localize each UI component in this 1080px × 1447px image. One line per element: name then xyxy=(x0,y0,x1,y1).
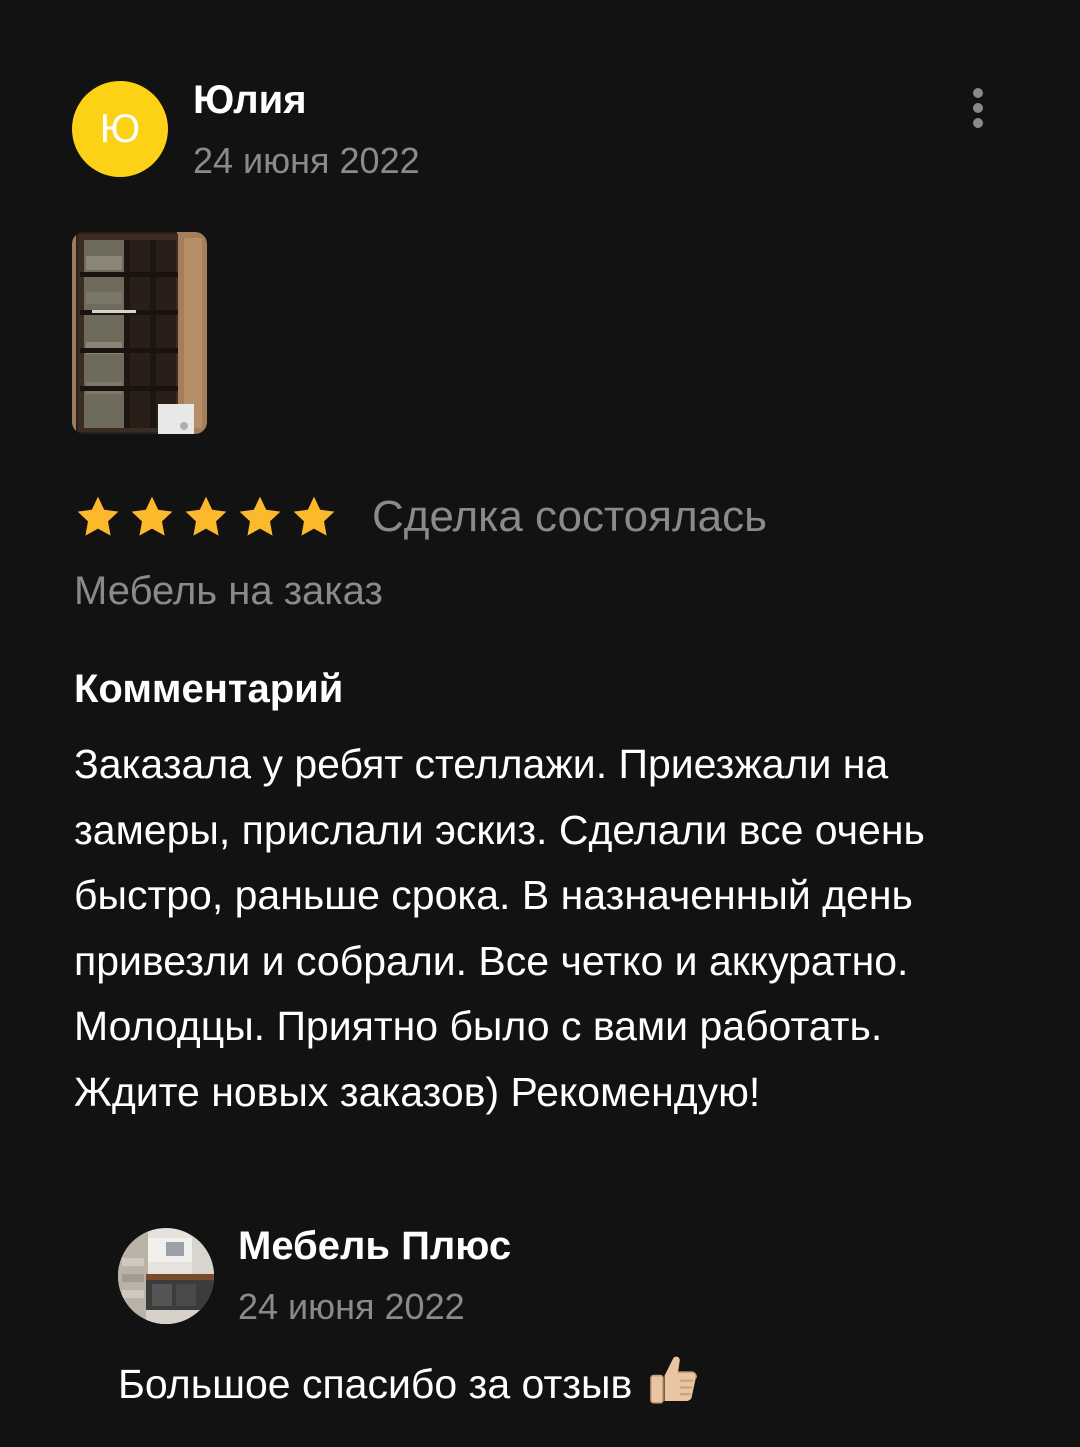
deal-status: Сделка состоялась xyxy=(372,492,768,541)
reply-text: Большое спасибо за отзыв xyxy=(118,1352,700,1408)
more-options-button[interactable] xyxy=(956,84,1000,132)
thumbs-up-icon xyxy=(650,1356,698,1404)
review-photo-thumbnail[interactable] xyxy=(72,232,207,434)
author-avatar-initial: Ю xyxy=(99,106,141,151)
more-vertical-icon xyxy=(973,88,983,98)
star-filled-icon xyxy=(77,496,119,536)
star-filled-icon xyxy=(131,496,173,536)
more-vertical-icon-dot xyxy=(973,118,983,128)
business-name[interactable]: Мебель Плюс xyxy=(238,1224,511,1269)
comment-heading: Комментарий xyxy=(74,667,344,711)
star-rating xyxy=(74,493,338,541)
more-vertical-icon-dot xyxy=(973,103,983,113)
star-filled-icon xyxy=(239,496,281,536)
reply-date: 24 июня 2022 xyxy=(238,1286,465,1327)
review-card: Ю Юлия 24 июня 2022 Сделка состоялась Ме… xyxy=(0,0,1080,1447)
star-filled-icon xyxy=(185,496,227,536)
service-category: Мебель на заказ xyxy=(74,569,383,613)
comment-text: Заказала у ребят стеллажи. Приезжали на … xyxy=(74,741,925,1115)
author-avatar[interactable]: Ю xyxy=(72,81,168,177)
business-avatar[interactable] xyxy=(118,1228,214,1324)
star-filled-icon xyxy=(293,496,335,536)
kitchen-photo-icon xyxy=(118,1228,214,1324)
reply-text-content: Большое спасибо за отзыв xyxy=(118,1361,633,1407)
author-name[interactable]: Юлия xyxy=(193,78,307,123)
shelving-photo-icon xyxy=(72,232,207,434)
review-date: 24 июня 2022 xyxy=(193,140,420,181)
